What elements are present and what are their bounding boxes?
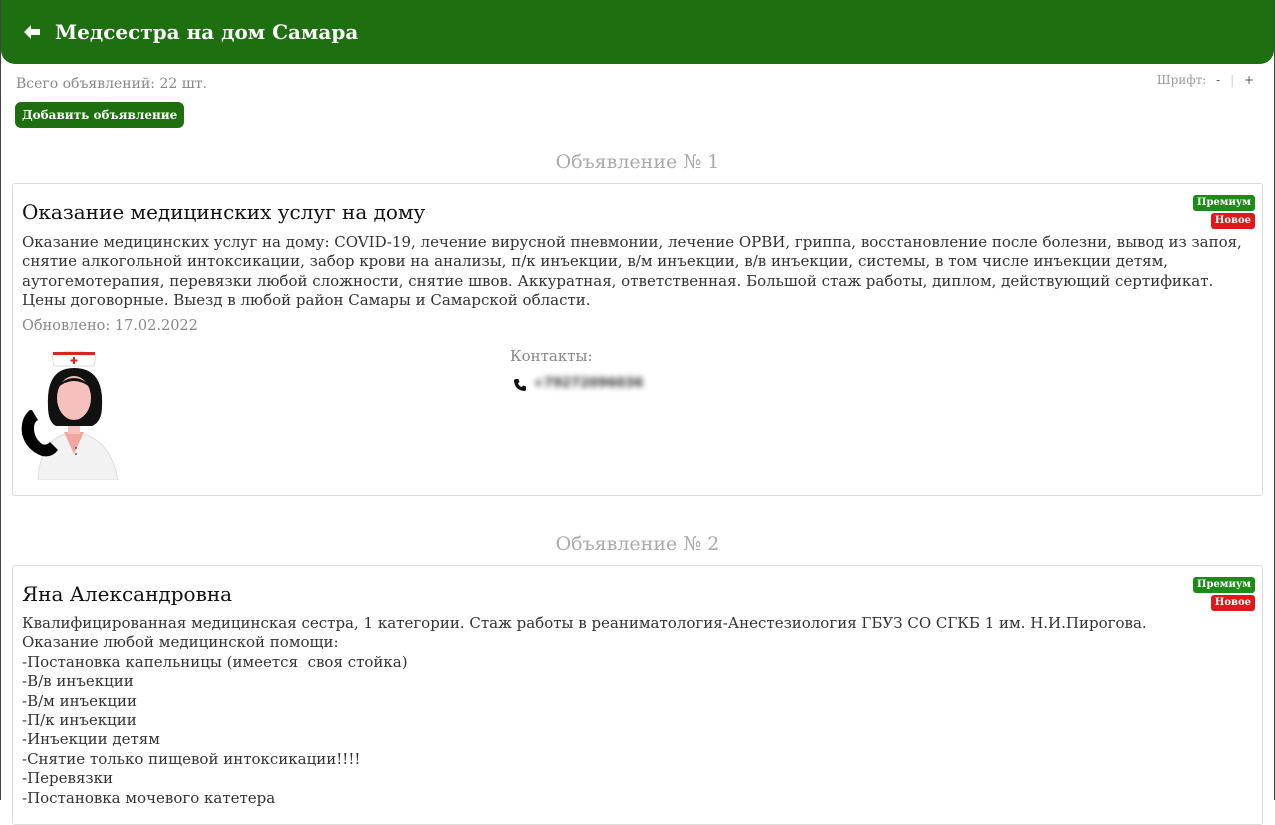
ad-description-line: -Постановка мочевого катетера: [22, 788, 276, 807]
ad-card: Яна Александровна Премиум Новое Квалифиц…: [12, 565, 1263, 825]
top-bar: Медсестра на дом Самара: [1, 0, 1274, 64]
ad-description-line: -Снятие только пищевой интоксикации!!!!: [22, 749, 361, 768]
premium-badge: Премиум: [1193, 195, 1255, 211]
new-badge: Новое: [1210, 595, 1255, 611]
ad-description-line: -Постановка капельницы (имеется своя сто…: [22, 652, 408, 671]
font-decrease-button[interactable]: -: [1216, 73, 1220, 87]
ad-number: Объявление № 2: [555, 533, 720, 555]
ad-description-line: -П/к инъекции: [22, 711, 137, 730]
ad-description-line: -Перевязки: [22, 769, 113, 788]
phone-number[interactable]: +79272096036: [533, 376, 643, 391]
arrow-left-icon[interactable]: [23, 23, 41, 41]
ad-number: Объявление № 1: [555, 151, 720, 173]
ad-description-line: Оказание любой медицинской помощи:: [22, 633, 339, 652]
ad-description-line: -В/в инъекции: [22, 672, 134, 691]
font-size-control: Шрифт: - | +: [1157, 73, 1254, 87]
ad-badges: Премиум Новое: [1193, 195, 1255, 229]
ad-title: Яна Александровна: [22, 582, 233, 606]
total-count: Всего объявлений: 22 шт.: [16, 76, 207, 92]
phone-icon: [513, 377, 527, 391]
contacts-label: Контакты:: [510, 347, 593, 365]
updated-date: Обновлено: 17.02.2022: [22, 318, 198, 334]
add-ad-button[interactable]: Добавить объявление: [15, 102, 185, 128]
phone-row[interactable]: +79272096036: [513, 376, 643, 391]
ad-description: Оказание медицинских услуг на дому: COVI…: [22, 233, 1248, 311]
ad-description-line: Оказание медицинских услуг на дому: COVI…: [22, 233, 1242, 251]
ad-description-line: Квалифицированная медицинская сестра, 1 …: [22, 614, 1147, 632]
font-control-separator: |: [1230, 73, 1235, 87]
new-badge: Новое: [1210, 213, 1255, 229]
nurse-phone-icon: [18, 344, 122, 481]
premium-badge: Премиум: [1193, 577, 1255, 593]
ad-description-line: снятие алкогольной интоксикации, забор к…: [22, 252, 1169, 271]
ad-card: Оказание медицинских услуг на дому Преми…: [12, 183, 1263, 496]
ad-description: Квалифицированная медицинская сестра, 1 …: [22, 614, 1248, 808]
ad-description-line: -Инъекции детям: [22, 730, 160, 749]
ad-title: Оказание медицинских услуг на дому: [22, 200, 426, 224]
font-increase-button[interactable]: +: [1244, 73, 1254, 87]
ad-description-line: аутогемотерапия, перевязки любой сложнос…: [22, 271, 1214, 290]
ad-description-line: -В/м инъекции: [22, 691, 138, 710]
ad-description-line: Цены договорные. Выезд в любой район Сам…: [22, 291, 591, 310]
font-size-label: Шрифт:: [1156, 73, 1207, 87]
page-title: Медсестра на дом Самара: [55, 20, 359, 44]
ad-badges: Премиум Новое: [1193, 577, 1255, 611]
